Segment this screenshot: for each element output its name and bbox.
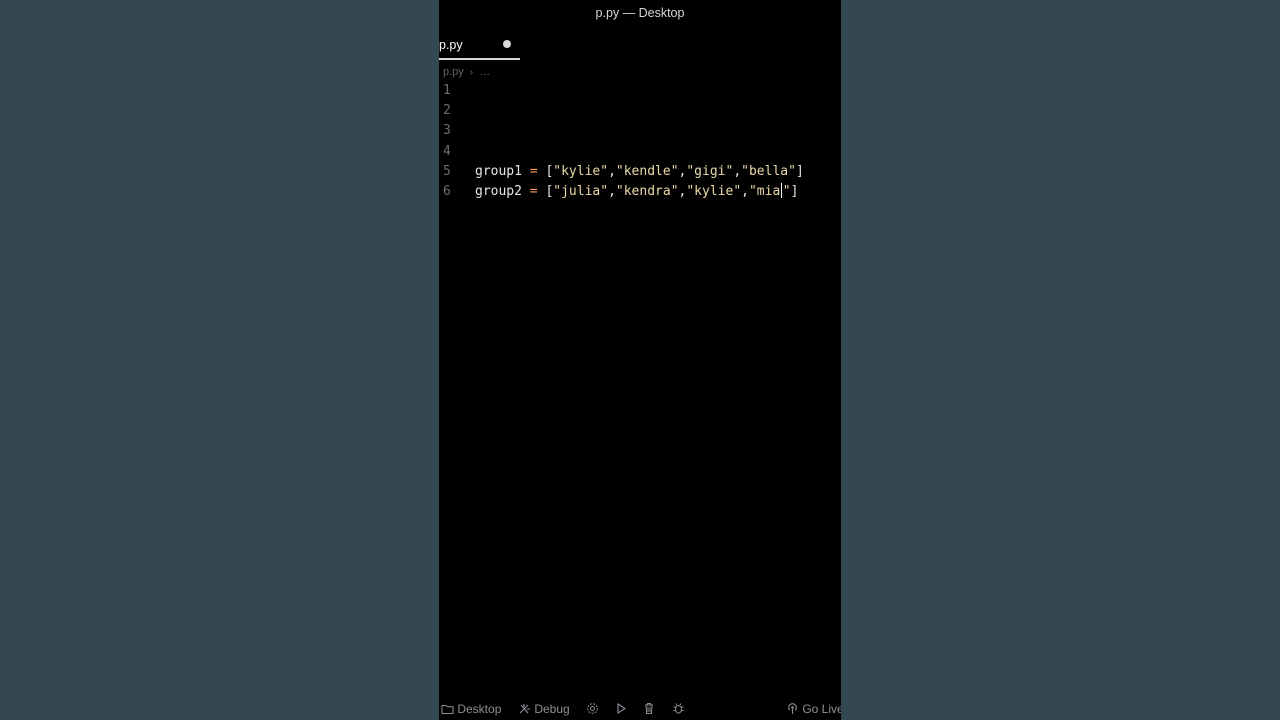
bug-icon (673, 703, 684, 714)
variable-name: group1 (475, 163, 522, 179)
status-folder[interactable]: Desktop (441, 698, 501, 720)
breadcrumb: p.py › … (443, 64, 490, 80)
variable-name: group2 (475, 183, 522, 199)
string-literal: "kylie" (686, 183, 742, 199)
status-debug[interactable]: Debug (518, 698, 570, 720)
breadcrumb-file[interactable]: p.py (443, 66, 464, 78)
code-line: 5 group1 = ["kylie","kendle","gigi","bel… (439, 162, 841, 182)
line-code[interactable]: group1 = ["kylie","kendle","gigi","bella… (475, 162, 804, 182)
tab-label: p.py (439, 38, 463, 52)
string-text: "mia (748, 183, 781, 199)
debug-icon (519, 704, 530, 714)
breadcrumb-separator: › (469, 67, 474, 78)
line-number: 4 (443, 143, 451, 159)
editor-window: p.py — Desktop p.py p.py › … 1 2 3 4 5 gro… (439, 0, 841, 720)
string-literal: "gigi" (686, 163, 734, 179)
run-icon (617, 702, 627, 715)
broadcast-icon (788, 703, 797, 714)
status-debug-label: Debug (534, 702, 570, 716)
line-number: 3 (443, 123, 451, 139)
status-folder-label: Desktop (457, 702, 502, 716)
gear-button[interactable] (586, 698, 599, 720)
assign-operator: = (529, 183, 538, 199)
bug-button[interactable] (672, 698, 685, 720)
gear-icon (587, 703, 598, 714)
status-bar: Desktop Debug Go Live (439, 698, 841, 720)
string-close-quote: " (782, 183, 791, 199)
code-line: 3 (439, 121, 841, 141)
folder-icon (441, 705, 454, 714)
close-bracket: ] (795, 163, 804, 179)
code-editor[interactable]: 1 2 3 4 5 group1 = ["kylie","kendle","gi… (439, 81, 841, 202)
code-line: 4 (439, 142, 841, 162)
unsaved-dot-icon[interactable] (503, 40, 511, 48)
string-literal: "kendle" (615, 163, 679, 179)
code-line: 1 (439, 81, 841, 101)
window-title: p.py — Desktop (595, 6, 685, 20)
go-live-label: Go Live (802, 702, 841, 716)
code-line: 6 group2 = ["julia","kendra","kylie","mi… (439, 182, 841, 202)
trash-icon (645, 703, 653, 714)
line-number: 2 (443, 103, 451, 119)
line-code[interactable]: group2 = ["julia","kendra","kylie","mia "… (475, 182, 798, 202)
string-literal: "julia" (553, 183, 609, 199)
run-button[interactable] (615, 698, 627, 720)
line-number: 6 (443, 183, 451, 199)
go-live-button[interactable]: Go Live (786, 698, 841, 720)
line-number: 1 (443, 83, 451, 98)
breadcrumb-more[interactable]: … (479, 66, 490, 78)
string-literal: "kylie" (553, 163, 609, 179)
close-bracket: ] (790, 183, 799, 199)
string-literal-with-cursor: "mia " (748, 182, 791, 199)
string-literal: "bella" (741, 163, 796, 179)
line-number: 5 (443, 163, 451, 179)
trash-button[interactable] (643, 698, 655, 720)
string-literal: "kendra" (615, 183, 679, 199)
code-line: 2 (439, 101, 841, 121)
tab-p-py[interactable]: p.py (439, 32, 520, 60)
assign-operator: = (529, 163, 538, 179)
